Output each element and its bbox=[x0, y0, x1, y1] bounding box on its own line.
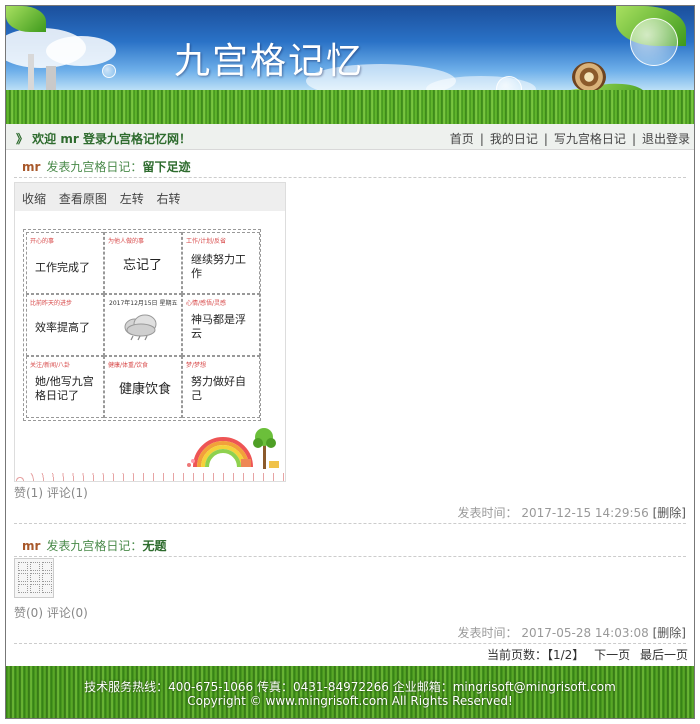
thumb-cell bbox=[18, 584, 28, 593]
nine-grid: 开心的事 工作完成了 为他人做的事 忘记了 工作/计划/反省 继续努力工作 比前… bbox=[23, 229, 261, 421]
cell-category: 健康/体重/饮食 bbox=[108, 362, 149, 369]
grid-cell: 开心的事 工作完成了 bbox=[26, 232, 104, 294]
cell-text: 继续努力工作 bbox=[191, 253, 246, 280]
delete-link[interactable]: [删除] bbox=[653, 506, 686, 520]
rotate-left-button[interactable]: 左转 bbox=[120, 192, 144, 206]
collapse-button[interactable]: 收缩 bbox=[22, 192, 46, 206]
nav-logout-link[interactable]: 退出登录 bbox=[642, 132, 690, 146]
site-footer: 技术服务热线：400-675-1066 传真：0431-84972266 企业邮… bbox=[6, 666, 694, 718]
cell-text: 她/他写九宫格日记了 bbox=[35, 375, 94, 402]
diary-thumbnail[interactable] bbox=[14, 558, 54, 598]
nav-separator: | bbox=[543, 132, 548, 146]
thumb-cell bbox=[42, 584, 52, 593]
post-title: 留下足迹 bbox=[142, 160, 191, 174]
grid-cell: 关注/新闻/八卦 她/他写九宫格日记了 bbox=[26, 356, 104, 418]
diary-card: 收缩 查看原图 左转 右转 开心的事 工作完成了 为他人做的事 忘记了 工作/计… bbox=[14, 182, 286, 482]
cell-text: 工作完成了 bbox=[35, 261, 90, 274]
rotate-right-button[interactable]: 右转 bbox=[157, 192, 181, 206]
post-label: 发表九宫格日记： bbox=[46, 539, 143, 553]
cell-date: 2017年12月15日 星期五 bbox=[109, 300, 178, 307]
current-page: 【1/2】 bbox=[546, 648, 585, 662]
cell-text: 效率提高了 bbox=[35, 321, 90, 334]
next-page-link[interactable]: 下一页 bbox=[594, 648, 630, 662]
bubble-decoration bbox=[630, 18, 678, 66]
rain-cloud-icon bbox=[124, 314, 157, 341]
thumb-cell bbox=[42, 573, 52, 582]
nav-separator: | bbox=[631, 132, 636, 146]
wave-border-decoration bbox=[15, 473, 285, 481]
grid-cell: 健康/体重/饮食 健康饮食 bbox=[104, 356, 182, 418]
top-nav: 首页 | 我的日记 | 写九宫格日记 | 退出登录 bbox=[450, 130, 690, 147]
footer-contact: 技术服务热线：400-675-1066 传真：0431-84972266 企业邮… bbox=[84, 680, 616, 694]
footer-copyright: Copyright © www.mingrisoft.com All Right… bbox=[187, 694, 513, 708]
welcome-bar: 》 欢迎 mr 登录九宫格记忆网！ 首页 | 我的日记 | 写九宫格日记 | 退出登录 bbox=[6, 124, 694, 150]
cell-text: 神马都是浮云 bbox=[191, 313, 246, 340]
thumb-cell bbox=[30, 573, 40, 582]
grid-cell: 比前昨天的进步 效率提高了 bbox=[26, 294, 104, 356]
grid-cell: 梦/梦想 努力做好自己 bbox=[182, 356, 260, 418]
post-author[interactable]: mr bbox=[22, 160, 40, 174]
post-time: 2017-05-28 14:03:08 bbox=[521, 626, 649, 640]
current-page-label: 当前页数： bbox=[486, 648, 547, 662]
cloud-decoration bbox=[46, 36, 116, 66]
cell-text: 健康饮食 bbox=[119, 382, 172, 397]
thumb-cell bbox=[30, 584, 40, 593]
nav-home-link[interactable]: 首页 bbox=[450, 132, 474, 146]
cell-category: 比前昨天的进步 bbox=[30, 300, 73, 307]
cell-category: 梦/梦想 bbox=[186, 362, 207, 369]
cell-category: 为他人做的事 bbox=[108, 238, 145, 245]
cell-text: 忘记了 bbox=[123, 258, 163, 273]
bubble-decoration bbox=[102, 64, 116, 78]
image-toolbar: 收缩 查看原图 左转 右转 bbox=[15, 183, 285, 211]
snail-decoration bbox=[572, 62, 606, 92]
thumb-cell bbox=[30, 562, 40, 571]
view-original-button[interactable]: 查看原图 bbox=[59, 192, 107, 206]
post-header: mr 发表九宫格日记：留下足迹 bbox=[14, 158, 686, 178]
cell-category: 工作/计划/反省 bbox=[186, 238, 227, 245]
post-time-row: 发表时间： 2017-05-28 14:03:08 [删除] bbox=[14, 624, 686, 644]
post-time: 2017-12-15 14:29:56 bbox=[521, 506, 649, 520]
page-frame: 九宫格记忆 》 欢迎 mr 登录九宫格记忆网！ 首页 | 我的日记 | 写九宫格日记 | 退… bbox=[5, 5, 695, 719]
grass-decoration bbox=[6, 90, 694, 124]
nav-my-diary-link[interactable]: 我的日记 bbox=[490, 132, 538, 146]
nav-write-diary-link[interactable]: 写九宫格日记 bbox=[554, 132, 626, 146]
post-stats[interactable]: 赞(1) 评论(1) bbox=[14, 484, 88, 501]
cell-category: 关注/新闻/八卦 bbox=[30, 362, 71, 369]
grid-cell: 工作/计划/反省 继续努力工作 bbox=[182, 232, 260, 294]
post-time-row: 发表时间： 2017-12-15 14:29:56 [删除] bbox=[14, 504, 686, 524]
post-stats[interactable]: 赞(0) 评论(0) bbox=[14, 604, 88, 621]
welcome-message: 》 欢迎 mr 登录九宫格记忆网！ bbox=[16, 132, 191, 146]
site-banner: 九宫格记忆 bbox=[6, 6, 694, 124]
post-title: 无题 bbox=[142, 539, 167, 553]
thumb-cell bbox=[42, 562, 52, 571]
grid-cell: 为他人做的事 忘记了 bbox=[104, 232, 182, 294]
last-page-link[interactable]: 最后一页 bbox=[640, 648, 688, 662]
time-label: 发表时间： bbox=[457, 506, 518, 520]
grid-cell: 心情/感悟/灵感 神马都是浮云 bbox=[182, 294, 260, 356]
delete-link[interactable]: [删除] bbox=[653, 626, 686, 640]
rainbow-tree-decoration bbox=[187, 428, 279, 469]
grid-cell-date: 2017年12月15日 星期五 bbox=[104, 294, 182, 356]
post-author[interactable]: mr bbox=[22, 539, 40, 553]
cell-category: 开心的事 bbox=[30, 238, 55, 245]
leaf-decoration bbox=[6, 6, 46, 32]
site-logo-title: 九宫格记忆 bbox=[174, 41, 365, 82]
thumb-cell bbox=[18, 573, 28, 582]
cell-text: 努力做好自己 bbox=[191, 375, 246, 402]
thumb-cell bbox=[18, 562, 28, 571]
cell-category: 心情/感悟/灵感 bbox=[186, 300, 227, 307]
time-label: 发表时间： bbox=[457, 626, 518, 640]
nav-separator: | bbox=[479, 132, 484, 146]
post-header: mr 发表九宫格日记：无题 bbox=[14, 537, 686, 557]
pagination: 当前页数：【1/2】 下一页 最后一页 bbox=[481, 646, 688, 663]
post-label: 发表九宫格日记： bbox=[46, 160, 143, 174]
